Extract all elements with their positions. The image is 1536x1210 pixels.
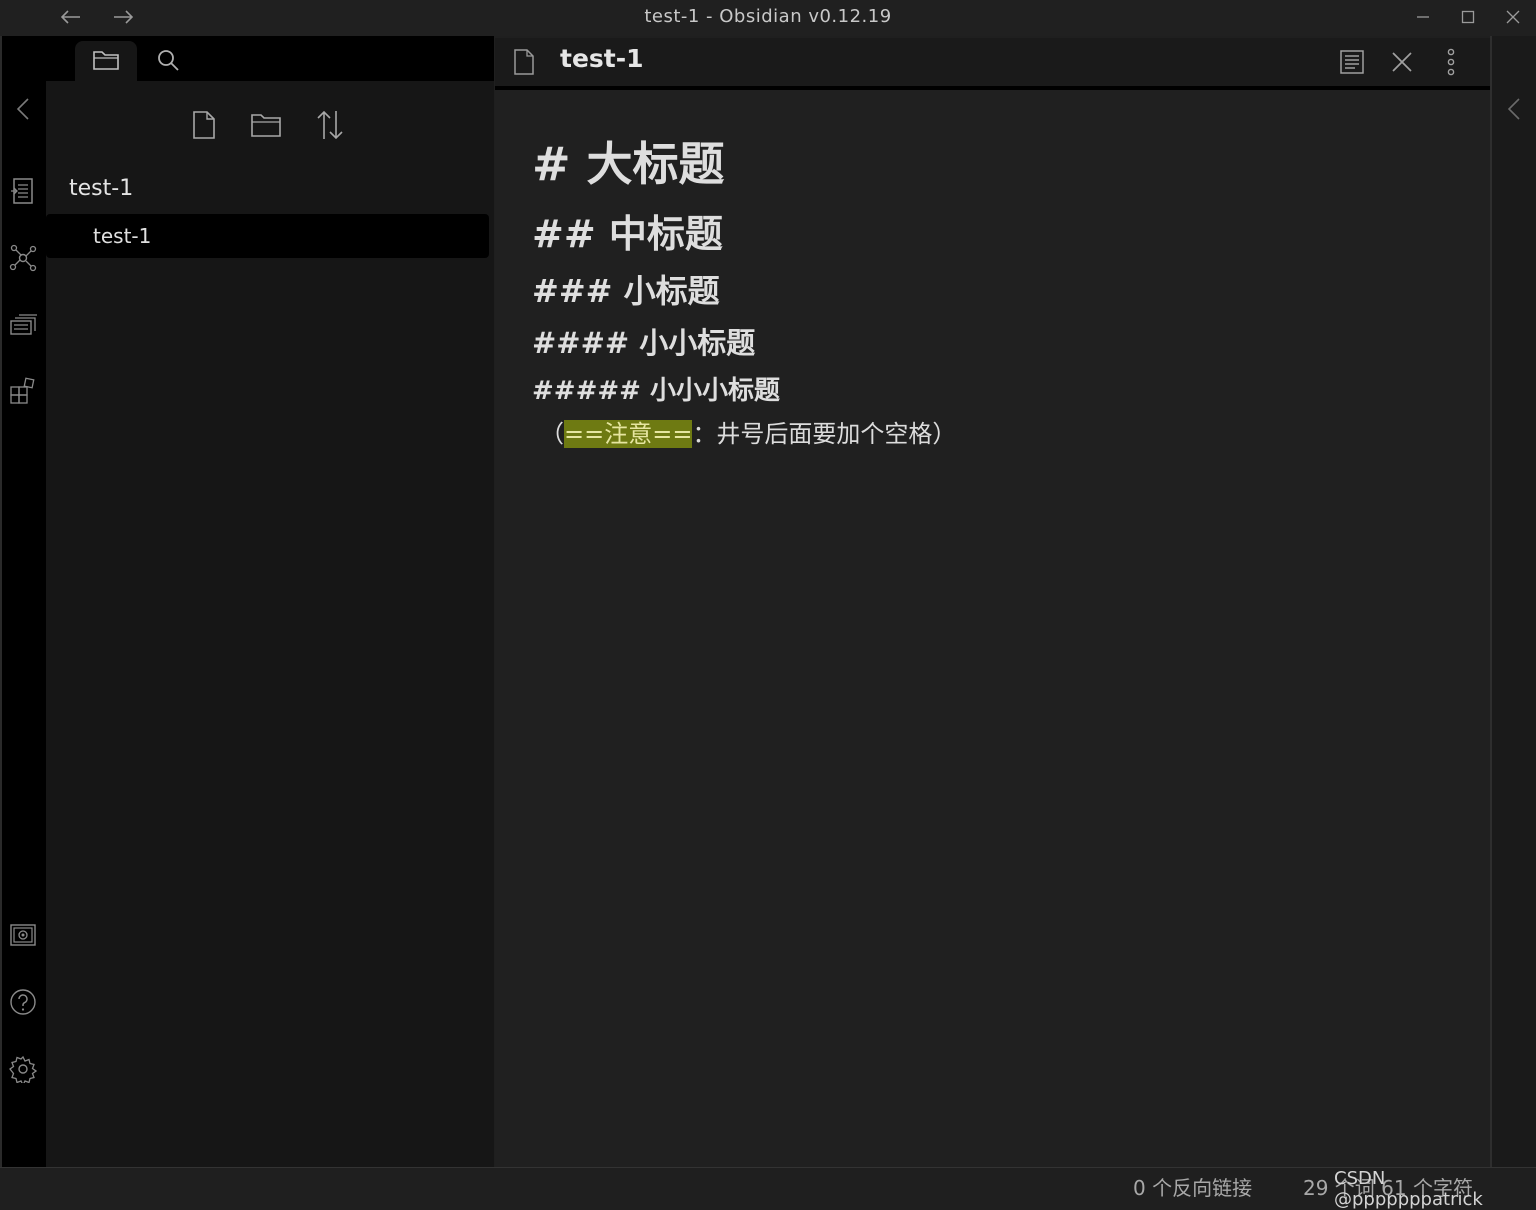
reading-view-icon[interactable] (1336, 46, 1368, 78)
vault-icon[interactable] (6, 918, 40, 952)
collapse-left-icon[interactable] (8, 94, 38, 124)
more-options-icon[interactable] (1436, 46, 1466, 78)
backlinks-count[interactable]: 0 个反向链接 (1133, 1172, 1252, 1201)
right-sidebar-collapsed (1490, 36, 1536, 1167)
plugins-icon[interactable] (6, 374, 40, 408)
graph-view-icon[interactable] (6, 241, 40, 275)
minimize-icon[interactable] (1408, 4, 1438, 30)
heading-2[interactable]: ## 中标题 (532, 203, 723, 258)
highlight-text: ==注意== (564, 420, 693, 448)
search-icon[interactable] (152, 46, 184, 74)
heading-1[interactable]: # 大标题 (532, 128, 725, 194)
heading-4[interactable]: #### 小小标题 (532, 320, 755, 362)
folder-icon (90, 46, 122, 74)
heading-5[interactable]: ##### 小小小标题 (532, 370, 780, 407)
close-tab-icon[interactable] (1386, 46, 1418, 78)
document-icon (510, 46, 538, 78)
note-line[interactable]: （==注意==：井号后面要加个空格） (540, 414, 956, 449)
editor-tab-title[interactable]: test-1 (560, 44, 644, 73)
sort-icon[interactable] (313, 106, 347, 144)
new-note-icon[interactable] (188, 108, 220, 142)
expand-right-icon[interactable] (1500, 94, 1528, 124)
help-icon[interactable] (6, 985, 40, 1019)
settings-gear-icon[interactable] (6, 1052, 40, 1086)
header-divider (495, 86, 1490, 90)
window-title: test-1 - Obsidian v0.12.19 (644, 6, 892, 27)
watermark: CSDN @pppppppatrick (1334, 1168, 1483, 1210)
maximize-icon[interactable] (1453, 4, 1483, 30)
quick-switcher-icon[interactable] (6, 174, 40, 208)
close-window-icon[interactable] (1498, 4, 1528, 30)
note-prefix: （ (540, 420, 564, 448)
new-folder-icon[interactable] (248, 108, 284, 142)
file-explorer-pane (46, 36, 494, 1167)
note-suffix: ：井号后面要加个空格） (692, 420, 957, 448)
slides-icon[interactable] (6, 308, 40, 342)
heading-3[interactable]: ### 小标题 (532, 266, 720, 312)
file-item-label[interactable]: test-1 (93, 224, 151, 248)
folder-item[interactable]: test-1 (69, 176, 133, 201)
